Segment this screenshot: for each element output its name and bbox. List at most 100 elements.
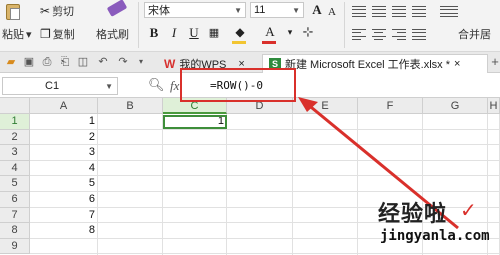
row-gridline	[30, 191, 500, 192]
row-gridline	[30, 144, 500, 146]
grow-font-button[interactable]: A	[309, 2, 325, 18]
watermark-domain: jingyanla.com	[380, 228, 490, 244]
column-header-e[interactable]: E	[293, 98, 358, 114]
column-header-f[interactable]: F	[358, 98, 423, 114]
row-header-8[interactable]: 8	[0, 223, 30, 239]
bold-button[interactable]: B	[146, 25, 162, 41]
row-gridline	[30, 175, 500, 177]
font-name-value: 宋体	[148, 5, 170, 17]
redo-icon[interactable]: ↷	[116, 55, 130, 69]
align-left-icon[interactable]	[352, 29, 366, 40]
open-folder-icon[interactable]: ▰	[4, 55, 18, 69]
font-size-select[interactable]: 11 ▼	[250, 2, 304, 18]
font-name-select[interactable]: 宋体 ▼	[144, 2, 246, 18]
row-header-5[interactable]: 5	[0, 176, 30, 192]
cell-a9[interactable]	[30, 239, 98, 255]
paste-icon	[4, 2, 22, 22]
column-gridline	[162, 114, 163, 255]
column-header-h[interactable]: H	[488, 98, 500, 114]
close-icon[interactable]: ×	[454, 58, 460, 70]
row-header-2[interactable]: 2	[0, 129, 30, 146]
justify-icon[interactable]	[412, 29, 426, 40]
select-all-corner[interactable]	[0, 98, 30, 114]
zoom-icon[interactable]: 🔍︎	[148, 77, 165, 93]
paste-button[interactable]	[4, 2, 22, 22]
row-header-7[interactable]: 7	[0, 207, 30, 224]
column-header-a[interactable]: A	[30, 98, 98, 114]
row-gridline	[30, 159, 500, 161]
paste-label-group[interactable]: 粘贴 ▾	[2, 26, 32, 42]
font-color-button[interactable]: A	[262, 24, 278, 40]
copy-button[interactable]: ❐ 复制	[40, 26, 75, 42]
cell-a4[interactable]: 4	[30, 161, 98, 177]
name-box-value: C1	[45, 80, 60, 92]
column-gridline	[226, 114, 227, 255]
format-painter-button[interactable]: 格式刷	[96, 26, 129, 42]
add-tab-button[interactable]: +	[488, 55, 500, 69]
ribbon: 粘贴 ▾ ✂ 剪切 ❐ 复制 格式刷 宋体 ▼ 11 ▼ A A B I U ▦…	[0, 0, 500, 52]
ribbon-divider	[138, 2, 139, 48]
row-header-1[interactable]: 1	[0, 114, 30, 130]
scissors-icon: ✂	[40, 4, 51, 18]
copy-label: 复制	[52, 29, 75, 41]
row-header-6[interactable]: 6	[0, 192, 30, 208]
cell-a3[interactable]: 3	[30, 145, 98, 161]
chevron-down-icon: ▼	[292, 5, 300, 15]
formula-highlight-box	[180, 68, 296, 102]
align-middle-icon[interactable]	[372, 6, 386, 17]
chevron-down-icon[interactable]: ▾	[134, 55, 148, 69]
print-preview-icon[interactable]: ◫	[76, 55, 90, 69]
cell-a8[interactable]: 8	[30, 223, 98, 239]
font-color-swatch	[262, 41, 276, 44]
save-icon[interactable]: ▣	[22, 55, 36, 69]
merge-label: 合并居	[458, 29, 491, 41]
row-header-4[interactable]: 4	[0, 160, 30, 177]
insert-function-button[interactable]: fx	[170, 78, 179, 94]
cut-label: 剪切	[52, 6, 75, 18]
wps-logo-icon: W	[164, 56, 176, 71]
cell-a5[interactable]: 5	[30, 176, 98, 192]
row-header-3[interactable]: 3	[0, 145, 30, 161]
paste-dropdown-icon: ▾	[26, 28, 32, 41]
border-icon[interactable]: ▦	[206, 25, 222, 41]
print-icon[interactable]: ⎗	[58, 55, 72, 69]
copy-icon: ❐	[40, 27, 51, 41]
row-header-9[interactable]: 9	[0, 238, 30, 255]
row-gridline	[30, 128, 500, 130]
align-top-icon[interactable]	[352, 6, 366, 17]
export-pdf-icon[interactable]: ⎙	[40, 55, 54, 69]
align-center-icon[interactable]	[372, 29, 386, 40]
cell-a7[interactable]: 7	[30, 208, 98, 224]
column-gridline	[292, 114, 293, 255]
cell-a2[interactable]: 2	[30, 130, 98, 146]
column-header-g[interactable]: G	[423, 98, 488, 114]
more-icon[interactable]: ⊹	[300, 24, 316, 40]
name-box[interactable]: C1 ▼	[2, 77, 118, 95]
watermark-title: 经验啦	[378, 201, 448, 227]
italic-button[interactable]: I	[166, 25, 182, 41]
ribbon-divider	[344, 2, 345, 48]
format-painter-label: 格式刷	[96, 29, 129, 41]
watermark: 经验啦 ✓ jingyanla.com	[368, 196, 500, 255]
shrink-font-button[interactable]: A	[324, 4, 340, 20]
undo-icon[interactable]: ↶	[96, 55, 110, 69]
wrap-text-icon[interactable]	[412, 6, 426, 17]
font-size-value: 11	[254, 4, 266, 16]
active-cell-c1[interactable]	[163, 115, 227, 129]
fill-color-icon[interactable]: ◆	[232, 24, 248, 40]
merge-icon[interactable]	[440, 6, 458, 17]
underline-button[interactable]: U	[186, 25, 202, 41]
column-gridline	[357, 114, 358, 255]
format-painter-icon	[106, 0, 128, 17]
cell-a6[interactable]: 6	[30, 192, 98, 208]
column-header-b[interactable]: B	[98, 98, 163, 114]
tab-excel-document-label: 新建 Microsoft Excel 工作表.xlsx *	[285, 59, 451, 71]
fill-color-swatch	[232, 41, 246, 44]
check-icon: ✓	[460, 200, 477, 222]
merge-center-button[interactable]: 合并居	[458, 26, 491, 42]
chevron-down-icon: ▼	[234, 5, 242, 15]
cell-a1[interactable]: 1	[30, 114, 98, 130]
align-right-icon[interactable]	[392, 29, 406, 40]
align-bottom-icon[interactable]	[392, 6, 406, 17]
cut-button[interactable]: ✂ 剪切	[40, 3, 74, 19]
